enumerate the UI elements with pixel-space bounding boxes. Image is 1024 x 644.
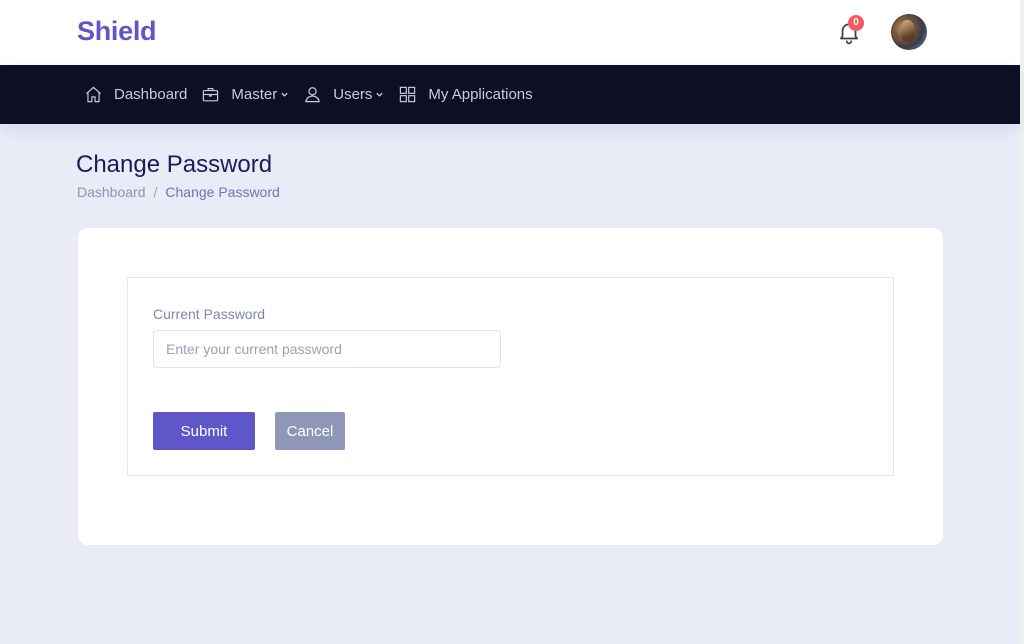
top-header: Shield 0 — [0, 0, 1020, 65]
nav-item-dashboard[interactable]: Dashboard — [84, 85, 187, 104]
current-password-label: Current Password — [153, 306, 266, 322]
chevron-down-icon — [281, 92, 288, 97]
breadcrumb-dashboard-link[interactable]: Dashboard — [77, 184, 146, 200]
scrollbar[interactable] — [1020, 0, 1024, 644]
notification-count-badge: 0 — [848, 15, 864, 31]
submit-button[interactable]: Submit — [153, 412, 255, 450]
nav-item-label: Dashboard — [114, 86, 188, 103]
nav-item-users[interactable]: Users — [303, 85, 384, 104]
brand-logo[interactable]: Shield — [77, 16, 157, 47]
nav-item-label: Master — [231, 86, 278, 103]
home-icon — [85, 86, 102, 103]
nav-item-label: My Applications — [428, 86, 533, 103]
user-icon — [305, 87, 321, 103]
change-password-form: Current Password Submit Cancel — [127, 277, 894, 476]
page-title: Change Password — [76, 151, 273, 178]
breadcrumb-current: Change Password — [165, 184, 280, 200]
briefcase-icon — [203, 87, 219, 102]
breadcrumb: Dashboard / Change Password — [77, 184, 280, 200]
user-avatar[interactable] — [891, 14, 927, 50]
chevron-down-icon — [376, 92, 384, 97]
change-password-card: Current Password Submit Cancel — [78, 228, 943, 545]
grid-icon — [400, 86, 416, 103]
nav-item-my-applications[interactable]: My Applications — [398, 85, 533, 104]
breadcrumb-separator: / — [153, 184, 158, 200]
nav-item-label: Users — [333, 86, 373, 103]
current-password-input[interactable] — [153, 330, 501, 368]
nav-item-master[interactable]: Master — [201, 85, 289, 104]
main-navbar: Dashboard Master Users My Applications — [0, 65, 1020, 124]
cancel-button[interactable]: Cancel — [275, 412, 345, 450]
